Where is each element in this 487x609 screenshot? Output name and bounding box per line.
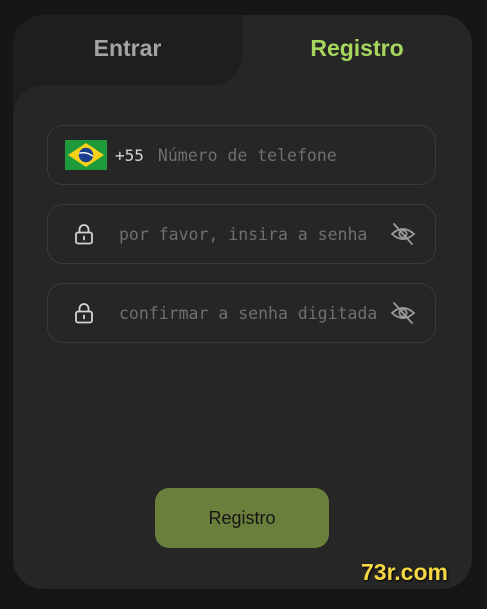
tab-registro-label: Registro	[310, 34, 404, 61]
confirm-password-input[interactable]	[119, 303, 377, 323]
watermark: 73r.com	[361, 559, 448, 585]
password-field	[47, 204, 436, 264]
eye-off-icon[interactable]	[389, 299, 417, 327]
tab-registro[interactable]: Registro	[242, 15, 472, 81]
password-input[interactable]	[119, 224, 377, 244]
phone-field: +55	[47, 125, 436, 185]
tab-entrar-label: Entrar	[93, 34, 162, 61]
lock-icon	[75, 303, 93, 324]
confirm-password-field	[47, 283, 436, 343]
brazil-flag-icon[interactable]	[65, 140, 107, 170]
tab-entrar[interactable]: Entrar	[13, 15, 242, 81]
register-card: Entrar Registro +55 Número de telefone R…	[13, 15, 472, 589]
page: Entrar Registro +55 Número de telefone R…	[0, 0, 487, 609]
lock-icon	[75, 224, 93, 245]
register-submit-button[interactable]: Registro	[155, 488, 329, 548]
eye-off-icon[interactable]	[389, 220, 417, 248]
country-code[interactable]: +55	[115, 146, 144, 165]
phone-input[interactable]	[157, 145, 368, 165]
